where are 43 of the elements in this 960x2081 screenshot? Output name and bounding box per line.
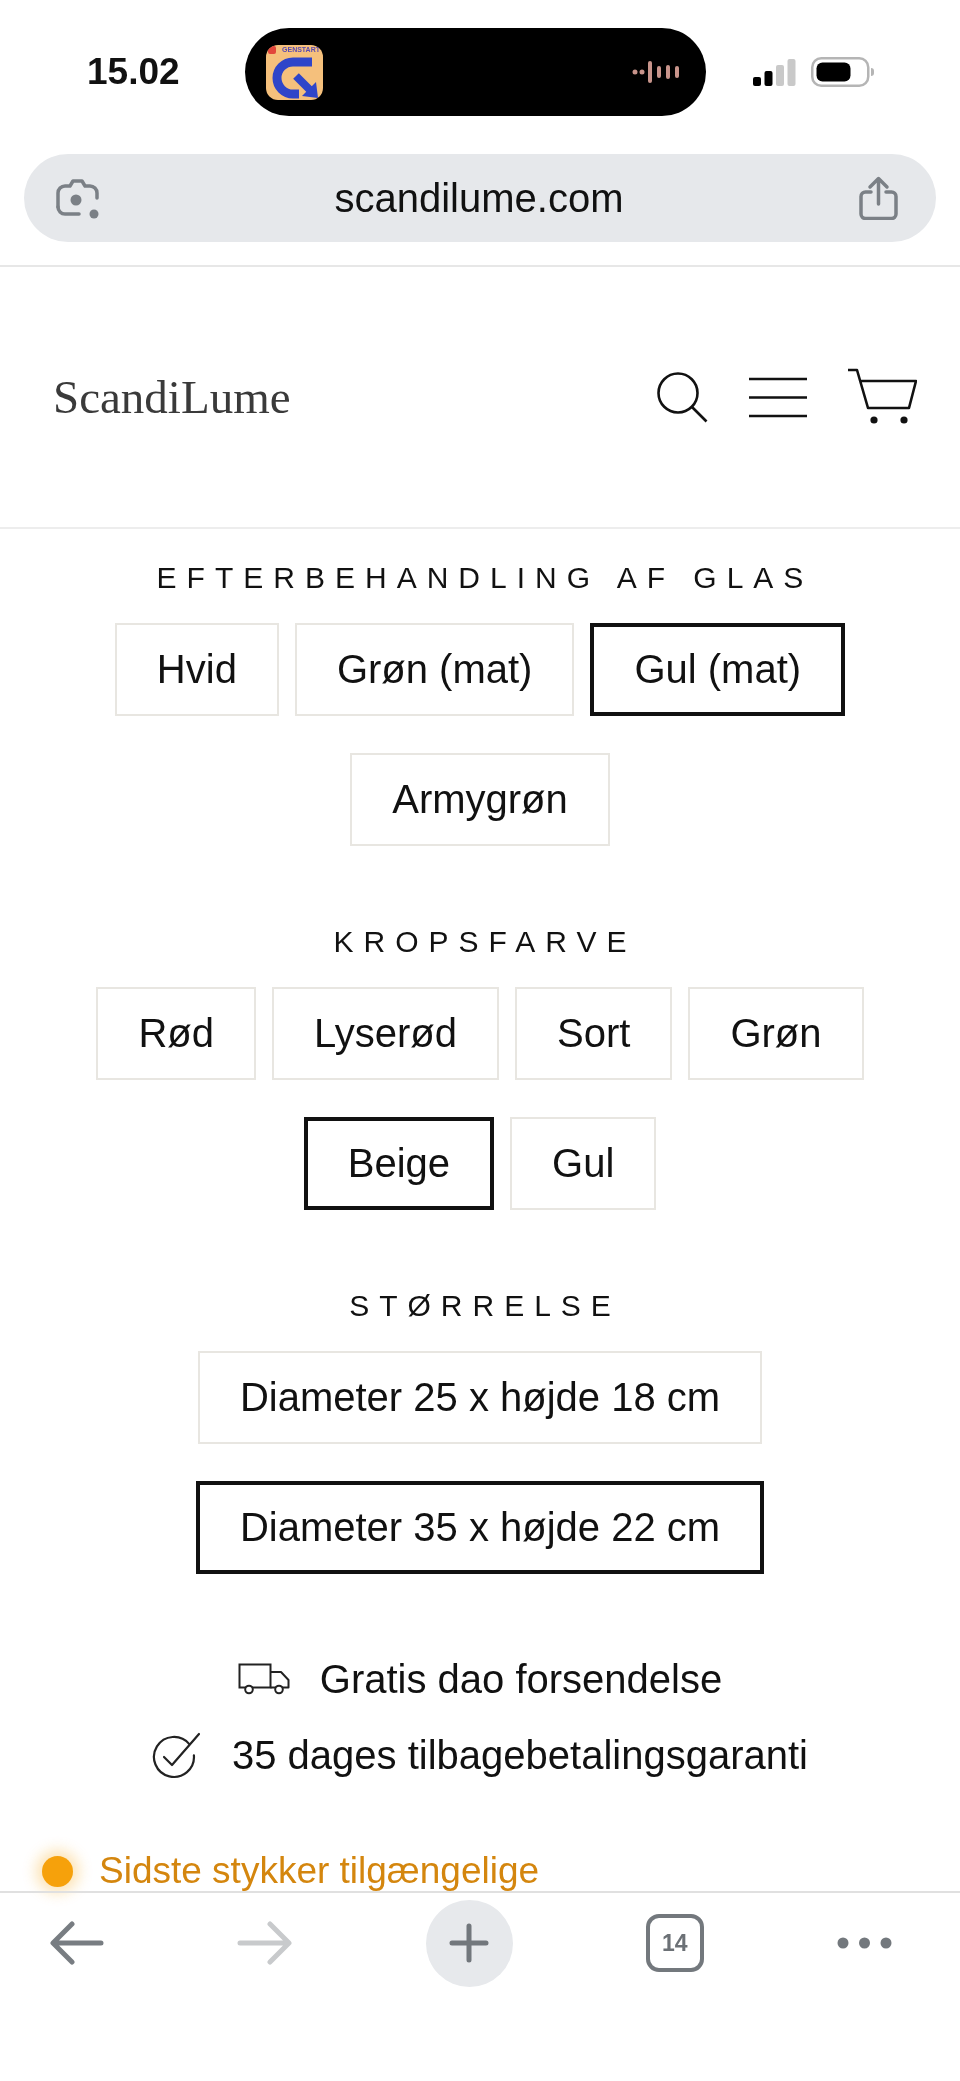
- option-button[interactable]: Grøn: [688, 987, 864, 1080]
- logo[interactable]: ScandiLume: [53, 369, 291, 425]
- menu-icon: [749, 376, 807, 418]
- search-button[interactable]: [656, 371, 708, 423]
- url-text: scandilume.com: [334, 175, 624, 222]
- more-icon: [837, 1937, 892, 1949]
- truck-icon: [237, 1663, 290, 1695]
- option-button[interactable]: Beige: [303, 1117, 495, 1210]
- option-button[interactable]: Gul (mat): [590, 623, 846, 716]
- option-button[interactable]: Sort: [515, 987, 673, 1080]
- cart-icon: [848, 368, 917, 426]
- menu-button[interactable]: [749, 376, 807, 418]
- option-button[interactable]: Armygrøn: [350, 753, 610, 846]
- option-group-title: STØRRELSE: [348, 1288, 621, 1324]
- address-bar[interactable]: scandilume.com: [24, 154, 936, 242]
- option-button[interactable]: Lyserød: [272, 987, 500, 1080]
- perk-text: 35 dages tilbagebetalingsgaranti: [232, 1732, 808, 1779]
- perk-text: Gratis dao forsendelse: [319, 1656, 723, 1703]
- option-group-title: KROPSFARVE: [332, 924, 637, 960]
- back-button[interactable]: [50, 1921, 104, 1965]
- back-arrow-icon: [50, 1921, 104, 1965]
- check-circle-icon: [152, 1731, 202, 1779]
- status-dot-icon: [42, 1855, 73, 1887]
- option-button[interactable]: Rød: [96, 987, 257, 1080]
- option-button[interactable]: Diameter 35 x højde 22 cm: [195, 1481, 765, 1574]
- option-button[interactable]: Diameter 25 x højde 18 cm: [197, 1351, 763, 1444]
- share-icon[interactable]: [858, 176, 899, 220]
- status-time: 15.02: [87, 50, 181, 94]
- plus-icon: [449, 1923, 489, 1963]
- camera-icon[interactable]: [55, 176, 100, 220]
- stock-notice: Sidste stykker tilgængelige: [99, 1851, 540, 1891]
- battery-icon: [811, 57, 875, 87]
- option-group-title: EFTERBEHANDLING AF GLAS: [155, 560, 814, 596]
- more-button[interactable]: [837, 1937, 892, 1949]
- tabs-button[interactable]: 14: [645, 1914, 704, 1972]
- option-button[interactable]: Hvid: [114, 623, 279, 716]
- signal-icon: [753, 58, 796, 86]
- notification-badge-icon: [268, 45, 276, 54]
- search-icon: [656, 371, 708, 423]
- option-button[interactable]: Grøn (mat): [294, 623, 575, 716]
- cart-button[interactable]: [848, 368, 917, 426]
- forward-arrow-icon: [237, 1921, 293, 1965]
- option-button[interactable]: Gul: [510, 1117, 657, 1210]
